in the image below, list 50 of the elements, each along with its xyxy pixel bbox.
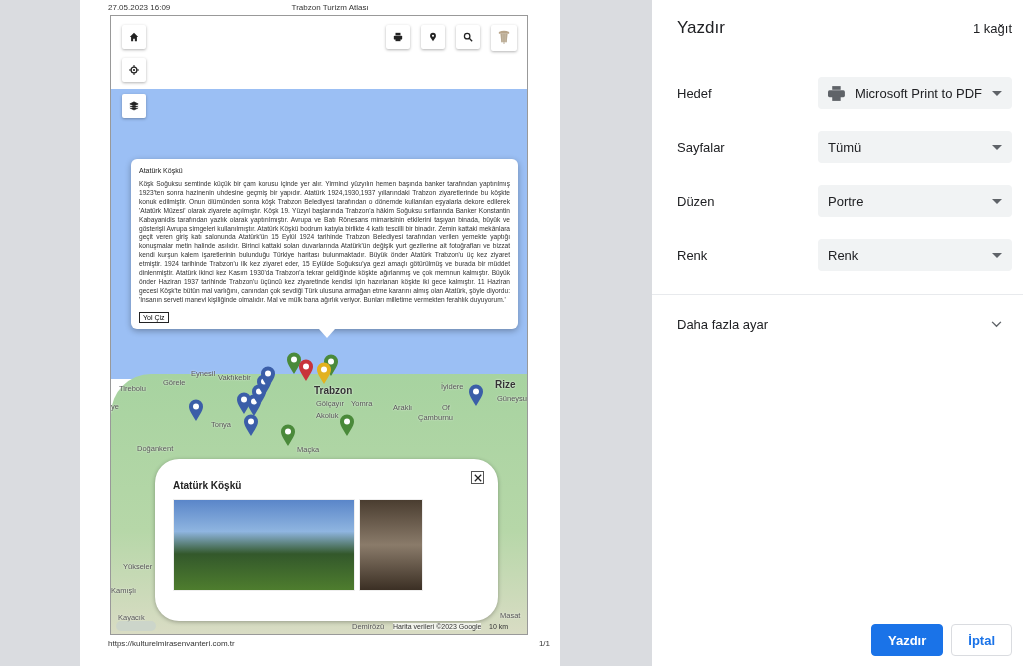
setting-label: Renk bbox=[677, 247, 708, 263]
more-settings-toggle[interactable]: Daha fazla ayar bbox=[677, 317, 1012, 332]
map-marker-icon[interactable] bbox=[243, 414, 259, 436]
sheet-count: 1 kağıt bbox=[972, 21, 1012, 36]
dropdown-arrow-icon bbox=[992, 90, 1002, 96]
place-label: Trabzon bbox=[314, 385, 353, 396]
header-date: 27.05.2023 16:09 bbox=[108, 3, 171, 14]
column-logo-icon bbox=[498, 29, 510, 47]
setting-label: Hedef bbox=[677, 85, 712, 101]
card-title: Atatürk Köşkü bbox=[173, 480, 242, 491]
place-label: Rize bbox=[495, 379, 516, 390]
map-pin-icon bbox=[428, 32, 438, 42]
home-button[interactable] bbox=[122, 25, 146, 49]
home-icon bbox=[129, 32, 139, 42]
close-button[interactable] bbox=[471, 471, 484, 484]
cancel-button[interactable]: İptal bbox=[951, 624, 1012, 656]
crosshair-icon bbox=[129, 65, 139, 75]
setting-label: Düzen bbox=[677, 193, 715, 209]
photo-placeholder[interactable] bbox=[359, 499, 423, 591]
search-button[interactable] bbox=[456, 25, 480, 49]
map-marker-icon[interactable] bbox=[468, 384, 484, 406]
locate-button[interactable] bbox=[122, 58, 146, 82]
map-marker-icon[interactable] bbox=[280, 424, 296, 446]
setting-dropdown[interactable]: Microsoft Print to PDF bbox=[818, 77, 1012, 109]
map-marker-icon[interactable] bbox=[286, 352, 302, 374]
search-icon bbox=[463, 32, 473, 42]
photo-placeholder[interactable] bbox=[173, 499, 355, 591]
print-icon bbox=[393, 32, 403, 42]
setting-dropdown[interactable]: Tümü bbox=[818, 131, 1012, 163]
setting-label: Sayfalar bbox=[677, 139, 725, 155]
map-marker-icon[interactable] bbox=[298, 359, 314, 381]
print-title: Yazdır bbox=[677, 18, 725, 38]
printer-icon bbox=[828, 85, 845, 101]
map-marker-icon[interactable] bbox=[339, 414, 355, 436]
marker-button[interactable] bbox=[421, 25, 445, 49]
print-button[interactable] bbox=[386, 25, 410, 49]
map-marker-icon[interactable] bbox=[316, 362, 332, 384]
dropdown-arrow-icon bbox=[992, 198, 1002, 204]
layers-button[interactable] bbox=[122, 94, 146, 118]
dropdown-arrow-icon bbox=[992, 144, 1002, 150]
setting-dropdown[interactable]: Renk bbox=[818, 239, 1012, 271]
footer-url: https://kulturelmirasenvanteri.com.tr bbox=[108, 639, 235, 648]
dropdown-arrow-icon bbox=[992, 252, 1002, 258]
layers-icon bbox=[129, 101, 139, 111]
footer-page-number: 1/1 bbox=[538, 639, 550, 648]
header-title: Trabzon Turizm Atlası bbox=[291, 3, 369, 14]
setting-dropdown[interactable]: Portre bbox=[818, 185, 1012, 217]
map-marker-icon[interactable] bbox=[188, 399, 204, 421]
map-marker-icon[interactable] bbox=[260, 366, 276, 388]
print-button[interactable]: Yazdır bbox=[870, 624, 944, 656]
